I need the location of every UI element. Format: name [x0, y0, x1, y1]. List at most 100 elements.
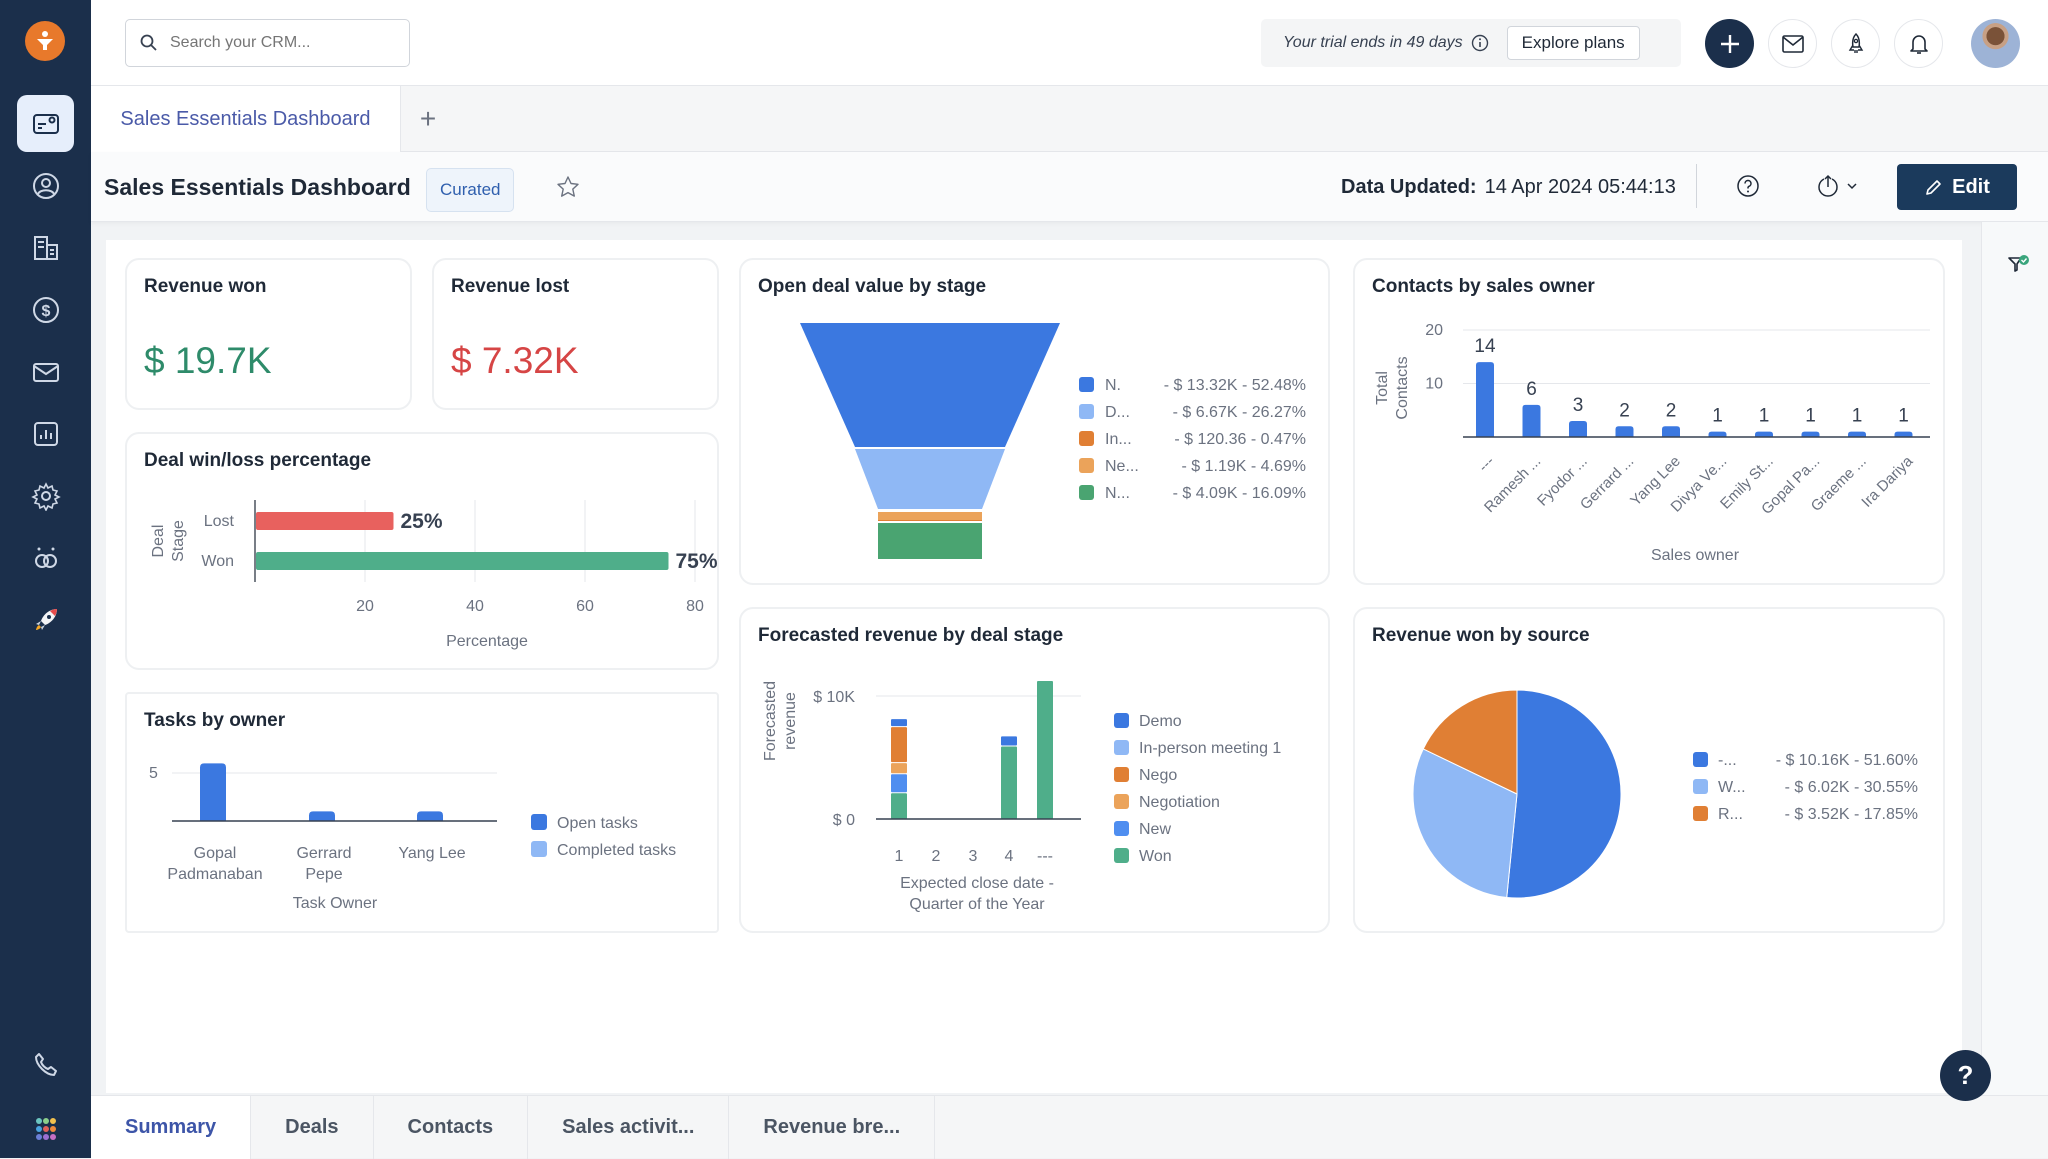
data-label: 2: [1666, 400, 1677, 421]
x-axis-label: Quarter of the Year: [909, 896, 1045, 913]
data-label: 3: [1573, 395, 1584, 416]
x-tick-label: 40: [466, 598, 484, 615]
quick-add-button[interactable]: [1705, 19, 1754, 68]
tab-sales-essentials-dashboard[interactable]: Sales Essentials Dashboard: [91, 86, 401, 152]
sidebar-item-email[interactable]: [17, 343, 74, 400]
search-input[interactable]: [170, 34, 390, 52]
page-title: Sales Essentials Dashboard: [104, 174, 411, 200]
tasks-by-owner-card[interactable]: Tasks by owner 5 Gopal Padmanaban Gerrard Pe…: [125, 692, 719, 933]
bottom-tab-sales-activit[interactable]: Sales activit...: [528, 1096, 730, 1159]
legend-label: New: [1139, 821, 1171, 838]
star-icon[interactable]: [556, 175, 580, 199]
sidebar-item-launch[interactable]: [17, 591, 74, 648]
y-tick-label: $ 0: [833, 812, 855, 829]
bottom-tab-summary[interactable]: Summary: [91, 1096, 252, 1159]
card-title: Revenue won: [144, 276, 267, 297]
contacts-by-owner-card[interactable]: Contacts by sales owner 10 20 Total Contact…: [1353, 258, 1945, 585]
revenue-by-source-card[interactable]: Revenue won by source -... - $ 10.16K - 5…: [1353, 607, 1945, 933]
legend-label: Negotiation: [1139, 794, 1220, 811]
search-box[interactable]: [125, 19, 410, 67]
launchpad-button[interactable]: [1831, 19, 1880, 68]
revenue-won-card[interactable]: Revenue won $ 19.7K: [125, 258, 412, 410]
export-dropdown[interactable]: [1816, 174, 1858, 198]
explore-plans-button[interactable]: Explore plans: [1506, 26, 1640, 60]
open-deal-value-card[interactable]: Open deal value by stage N. - $ 13.32K - …: [739, 258, 1330, 585]
legend-swatch: [1114, 821, 1129, 836]
legend-swatch: [1079, 377, 1094, 392]
legend-swatch: [1693, 806, 1708, 821]
x-axis-label: Task Owner: [293, 895, 378, 912]
forecast-chart: $ 10K $ 0 Forecasted revenue 1 2 3 4 --- Expected…: [762, 681, 1281, 913]
legend-swatch: [1079, 404, 1094, 419]
notifications-button[interactable]: [1894, 19, 1943, 68]
legend-value: - $ 6.67K - 26.27%: [1173, 404, 1306, 421]
bottom-tab-revenue-bre[interactable]: Revenue bre...: [729, 1096, 936, 1159]
x-axis-label: Sales owner: [1651, 547, 1740, 564]
help-circle-icon[interactable]: [1736, 174, 1760, 198]
y-tick-label: 10: [1425, 376, 1443, 393]
legend-swatch: [1079, 485, 1094, 500]
sidebar-item-reports[interactable]: [17, 405, 74, 462]
dollar-icon: $: [32, 296, 59, 323]
search-icon: [140, 34, 157, 51]
y-tick-label: Won: [201, 553, 234, 570]
funnel-segment: [878, 512, 982, 520]
bar: [1569, 420, 1587, 437]
y-tick-label: Lost: [204, 513, 235, 530]
y-tick-label: 20: [1425, 322, 1443, 339]
funnel-chart: N. - $ 13.32K - 52.48% D... - $ 6.67K - 26.…: [800, 323, 1306, 559]
contacts-icon: [32, 172, 59, 199]
x-tick-label: 80: [686, 598, 704, 615]
edit-button[interactable]: Edit: [1897, 164, 2017, 210]
bar: [1708, 431, 1727, 437]
x-tick-label: Gerrard: [296, 845, 351, 862]
legend-category: Ne...: [1105, 458, 1139, 475]
funnel-logo-icon: [37, 31, 53, 50]
dashboard-icon: [32, 113, 59, 134]
bar: [1894, 431, 1913, 437]
revenue-lost-card[interactable]: Revenue lost $ 7.32K: [432, 258, 719, 410]
sidebar-item-integrations[interactable]: [17, 529, 74, 586]
info-icon[interactable]: [1471, 34, 1489, 52]
data-label: 25%: [401, 510, 443, 533]
app-logo[interactable]: [25, 21, 65, 61]
legend-value: - $ 4.09K - 16.09%: [1173, 485, 1306, 502]
user-avatar[interactable]: [1971, 19, 2020, 68]
legend-category: R...: [1718, 806, 1743, 823]
bar: [200, 763, 226, 821]
sidebar-item-accounts[interactable]: [17, 219, 74, 276]
data-label: 1: [1759, 406, 1770, 427]
data-label: 75%: [676, 550, 718, 573]
x-tick-label: Gopal: [194, 845, 237, 862]
legend-value: - $ 10.16K - 51.60%: [1776, 752, 1918, 769]
sidebar-item-settings[interactable]: [17, 467, 74, 524]
legend-swatch: [1693, 779, 1708, 794]
legend-swatch: [531, 841, 547, 857]
mail-button[interactable]: [1768, 19, 1817, 68]
y-axis-label: Deal Stage: [150, 520, 187, 562]
sidebar-item-phone[interactable]: [17, 1036, 74, 1093]
bar-segment: [1001, 746, 1017, 819]
bottom-tab-contacts[interactable]: Contacts: [374, 1096, 529, 1159]
forecasted-revenue-card[interactable]: Forecasted revenue by deal stage $ 10K $ …: [739, 607, 1330, 933]
y-axis-label: Forecasted revenue: [762, 681, 799, 761]
y-tick-label: 5: [149, 765, 158, 782]
legend-swatch: [1114, 713, 1129, 728]
bar: [256, 552, 669, 570]
bottom-tab-deals[interactable]: Deals: [251, 1096, 374, 1159]
sidebar-item-apps[interactable]: [17, 1100, 74, 1157]
legend-category: D...: [1105, 404, 1130, 421]
tasks-chart: 5 Gopal Padmanaban Gerrard Pepe Yang Lee Task …: [149, 763, 676, 912]
sidebar-item-deals[interactable]: $: [17, 281, 74, 338]
dashboard-title-bar: Sales Essentials Dashboard Curated Data …: [91, 152, 2048, 222]
legend-swatch: [1079, 431, 1094, 446]
deal-win-loss-card[interactable]: Deal win/loss percentage 20 40 60 80 Lost 25%…: [125, 432, 719, 670]
add-tab-button[interactable]: +: [413, 103, 443, 134]
help-button[interactable]: ?: [1940, 1050, 1991, 1101]
contacts-chart: 1020Total Contacts14---6Ramesh ...3Fyodor…: [1374, 322, 1930, 564]
filter-applied-icon[interactable]: [2007, 254, 2031, 278]
sidebar-item-dashboard[interactable]: [17, 95, 74, 152]
bar: [1476, 362, 1494, 437]
sidebar-item-contacts[interactable]: [17, 157, 74, 214]
legend-label: Completed tasks: [557, 842, 676, 859]
